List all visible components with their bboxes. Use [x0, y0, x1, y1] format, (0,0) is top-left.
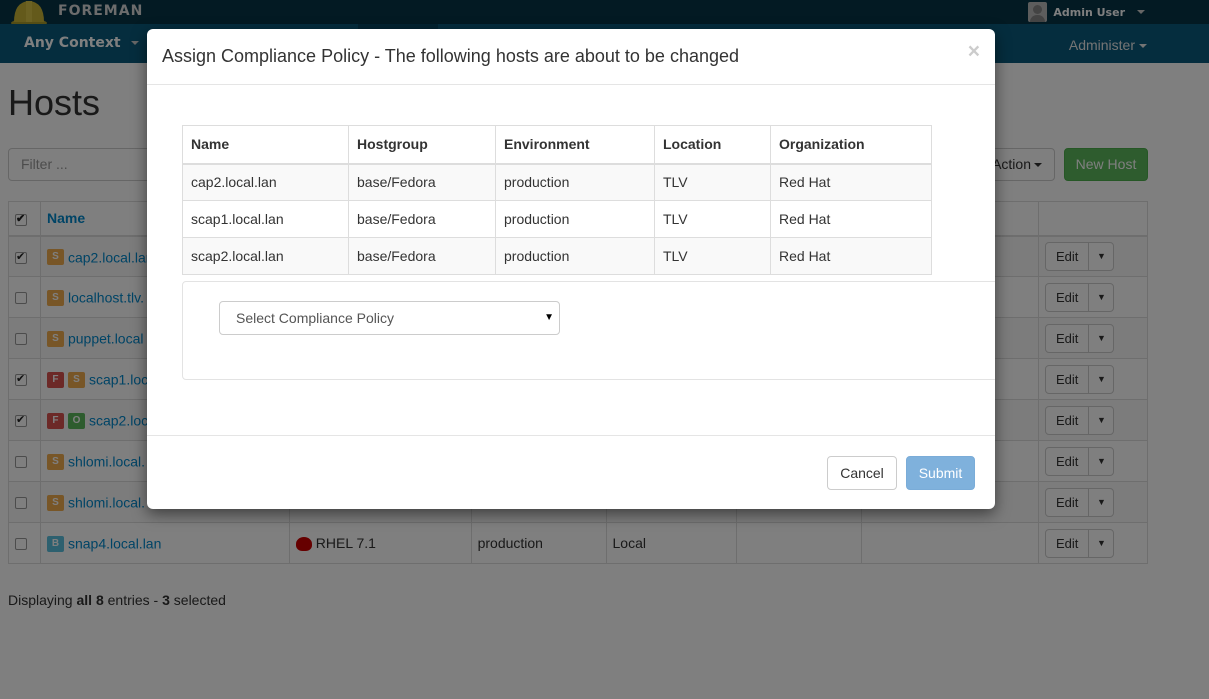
hostgroup-cell: base/Fedora — [348, 200, 496, 238]
host-name-cell: scap2.local.lan — [182, 237, 349, 275]
modal-title: Assign Compliance Policy - The following… — [162, 46, 740, 66]
column-header-environment: Environment — [495, 125, 655, 165]
location-cell: TLV — [654, 200, 771, 238]
column-header-organization: Organization — [770, 125, 932, 165]
column-header-name: Name — [182, 125, 349, 165]
organization-cell: Red Hat — [770, 237, 932, 275]
cancel-button[interactable]: Cancel — [827, 456, 897, 490]
environment-cell: production — [495, 200, 655, 238]
table-row: cap2.local.lan base/Fedora production TLV Re… — [182, 163, 932, 201]
organization-cell: Red Hat — [770, 200, 932, 238]
hostgroup-cell: base/Fedora — [348, 237, 496, 275]
table-row: scap1.local.lan base/Fedora production TLV R… — [182, 200, 932, 238]
location-cell: TLV — [654, 163, 771, 201]
modal-header: Assign Compliance Policy - The following… — [147, 29, 995, 85]
environment-cell: production — [495, 163, 655, 201]
modal-footer: Cancel Submit — [147, 435, 995, 509]
hostgroup-cell: base/Fedora — [348, 163, 496, 201]
environment-cell: production — [495, 237, 655, 275]
table-header-row: Name Hostgroup Environment Location Orga… — [182, 125, 932, 165]
select-arrow-icon: ▼ — [544, 312, 554, 323]
column-header-hostgroup: Hostgroup — [348, 125, 496, 165]
submit-button[interactable]: Submit — [906, 456, 975, 490]
close-icon[interactable]: × — [968, 40, 980, 64]
host-name-cell: cap2.local.lan — [182, 163, 349, 201]
table-row: scap2.local.lan base/Fedora production TLV R… — [182, 237, 932, 275]
selected-hosts-table: Name Hostgroup Environment Location Orga… — [182, 125, 932, 275]
select-value: Select Compliance Policy — [236, 310, 394, 326]
organization-cell: Red Hat — [770, 163, 932, 201]
host-name-cell: scap1.local.lan — [182, 200, 349, 238]
location-cell: TLV — [654, 237, 771, 275]
policy-form-well: Select Compliance Policy ▼ — [182, 281, 995, 380]
compliance-policy-select[interactable]: Select Compliance Policy ▼ — [219, 301, 560, 335]
column-header-location: Location — [654, 125, 771, 165]
assign-compliance-policy-modal: Assign Compliance Policy - The following… — [147, 29, 995, 509]
